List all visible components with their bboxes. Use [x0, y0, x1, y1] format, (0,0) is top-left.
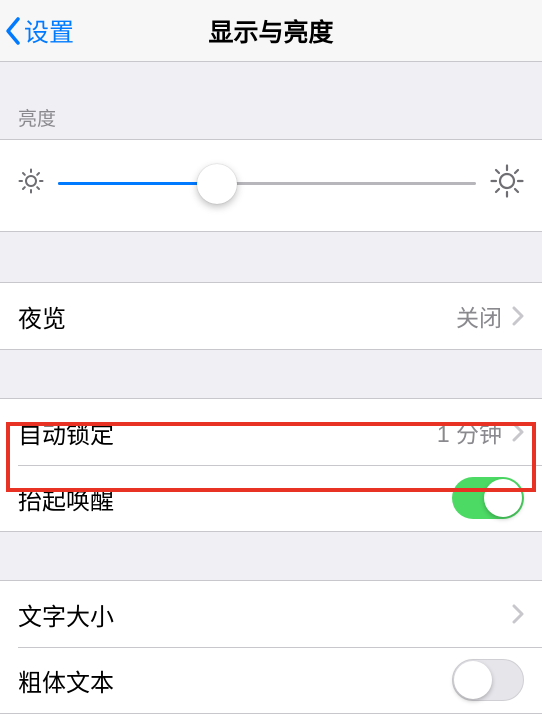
lock-wake-group: 自动锁定 1 分钟 抬起唤醒	[0, 398, 542, 532]
text-group: 文字大小 粗体文本	[0, 580, 542, 714]
bold-text-row: 粗体文本	[0, 647, 542, 713]
night-shift-label: 夜览	[18, 299, 456, 334]
brightness-header: 亮度	[0, 62, 542, 139]
night-shift-value: 关闭	[456, 299, 502, 333]
brightness-slider-thumb[interactable]	[197, 164, 237, 204]
raise-to-wake-row: 抬起唤醒	[0, 465, 542, 531]
back-label: 设置	[24, 13, 74, 49]
brightness-slider-fill	[58, 182, 217, 185]
chevron-right-icon	[512, 306, 524, 326]
text-size-label: 文字大小	[18, 597, 512, 632]
raise-to-wake-toggle[interactable]	[452, 477, 524, 519]
auto-lock-label: 自动锁定	[18, 415, 437, 450]
brightness-group	[0, 139, 542, 232]
night-shift-row[interactable]: 夜览 关闭	[0, 283, 542, 349]
auto-lock-value: 1 分钟	[437, 415, 502, 449]
brightness-row	[0, 140, 542, 231]
chevron-right-icon	[512, 422, 524, 442]
sun-high-icon	[490, 164, 524, 203]
brightness-slider[interactable]	[58, 182, 476, 185]
night-shift-group: 夜览 关闭	[0, 282, 542, 350]
raise-to-wake-label: 抬起唤醒	[18, 481, 452, 516]
sun-low-icon	[18, 168, 44, 199]
back-button[interactable]: 设置	[0, 13, 74, 49]
bold-text-toggle[interactable]	[452, 659, 524, 701]
auto-lock-row[interactable]: 自动锁定 1 分钟	[0, 399, 542, 465]
text-size-row[interactable]: 文字大小	[0, 581, 542, 647]
chevron-left-icon	[4, 16, 22, 46]
bold-text-label: 粗体文本	[18, 663, 452, 698]
toggle-knob	[484, 479, 522, 517]
chevron-right-icon	[512, 604, 524, 624]
toggle-knob	[454, 661, 492, 699]
page-title: 显示与亮度	[0, 13, 542, 49]
navbar: 设置 显示与亮度	[0, 0, 542, 62]
